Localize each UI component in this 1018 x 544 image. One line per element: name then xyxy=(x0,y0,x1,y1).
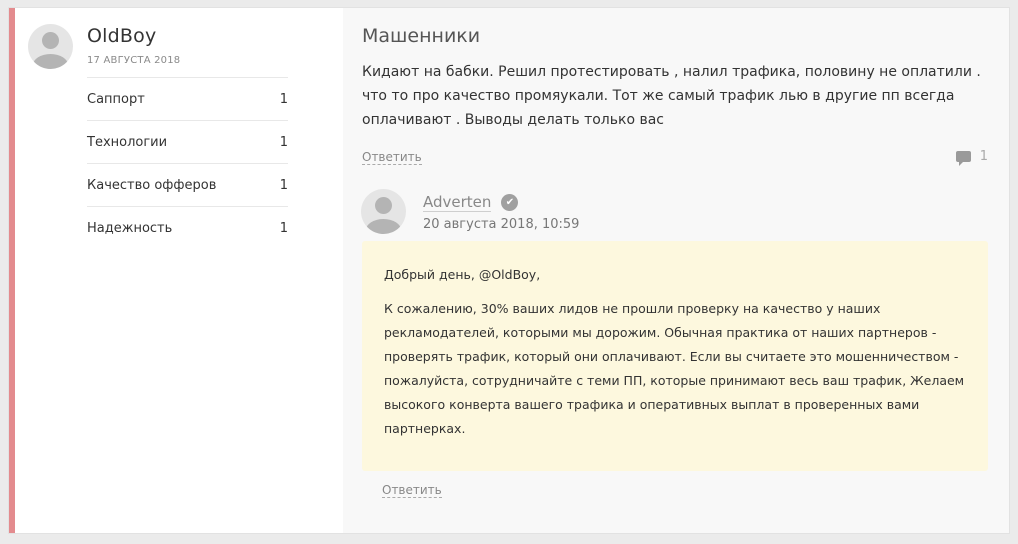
comment-bubble-icon xyxy=(955,151,971,166)
review-card: OldBoy 17 АВГУСТА 2018 Саппорт 1 Техноло… xyxy=(8,7,1010,534)
answer-author-link[interactable]: Adverten xyxy=(423,193,492,212)
rating-count: 1 xyxy=(279,177,288,193)
rating-count: 1 xyxy=(279,134,288,150)
answer-greeting: Добрый день, @OldBoy, xyxy=(384,267,541,282)
answer-author: Adverten ✔ xyxy=(423,193,519,212)
rating-list: Саппорт 1 Технологии 1 Качество офферов … xyxy=(87,77,288,249)
answer-text: К сожалению, 30% ваших лидов не прошли п… xyxy=(384,301,965,436)
rating-count: 1 xyxy=(279,220,288,236)
company-avatar-icon xyxy=(361,189,406,234)
rating-label: Саппорт xyxy=(87,91,145,107)
review-content: Машенники Кидают на бабки. Решил протест… xyxy=(343,8,1009,533)
user-avatar-icon xyxy=(28,24,73,69)
answer-reply-button[interactable]: Ответить xyxy=(382,483,442,498)
post-text: Кидают на бабки. Решил протестировать , … xyxy=(362,64,981,128)
review-sidebar: OldBoy 17 АВГУСТА 2018 Саппорт 1 Техноло… xyxy=(15,8,343,533)
rating-item: Надежность 1 xyxy=(87,206,288,249)
comment-count[interactable]: 1 xyxy=(955,149,988,166)
verified-check-icon: ✔ xyxy=(501,194,519,211)
answer-date: 20 августа 2018, 10:59 xyxy=(423,217,580,232)
rating-label: Технологии xyxy=(87,134,168,150)
post-title: Машенники xyxy=(362,25,481,47)
rating-label: Надежность xyxy=(87,220,173,236)
rating-label: Качество офферов xyxy=(87,177,217,193)
comment-count-value: 1 xyxy=(979,149,988,164)
reply-button[interactable]: Ответить xyxy=(362,150,422,165)
user-date: 17 АВГУСТА 2018 xyxy=(87,55,181,66)
username: OldBoy xyxy=(87,25,157,47)
rating-item: Саппорт 1 xyxy=(87,77,288,120)
rating-item: Качество офферов 1 xyxy=(87,163,288,206)
answer-box: Добрый день, @OldBoy, К сожалению, 30% в… xyxy=(362,241,988,471)
rating-count: 1 xyxy=(279,91,288,107)
rating-item: Технологии 1 xyxy=(87,120,288,163)
